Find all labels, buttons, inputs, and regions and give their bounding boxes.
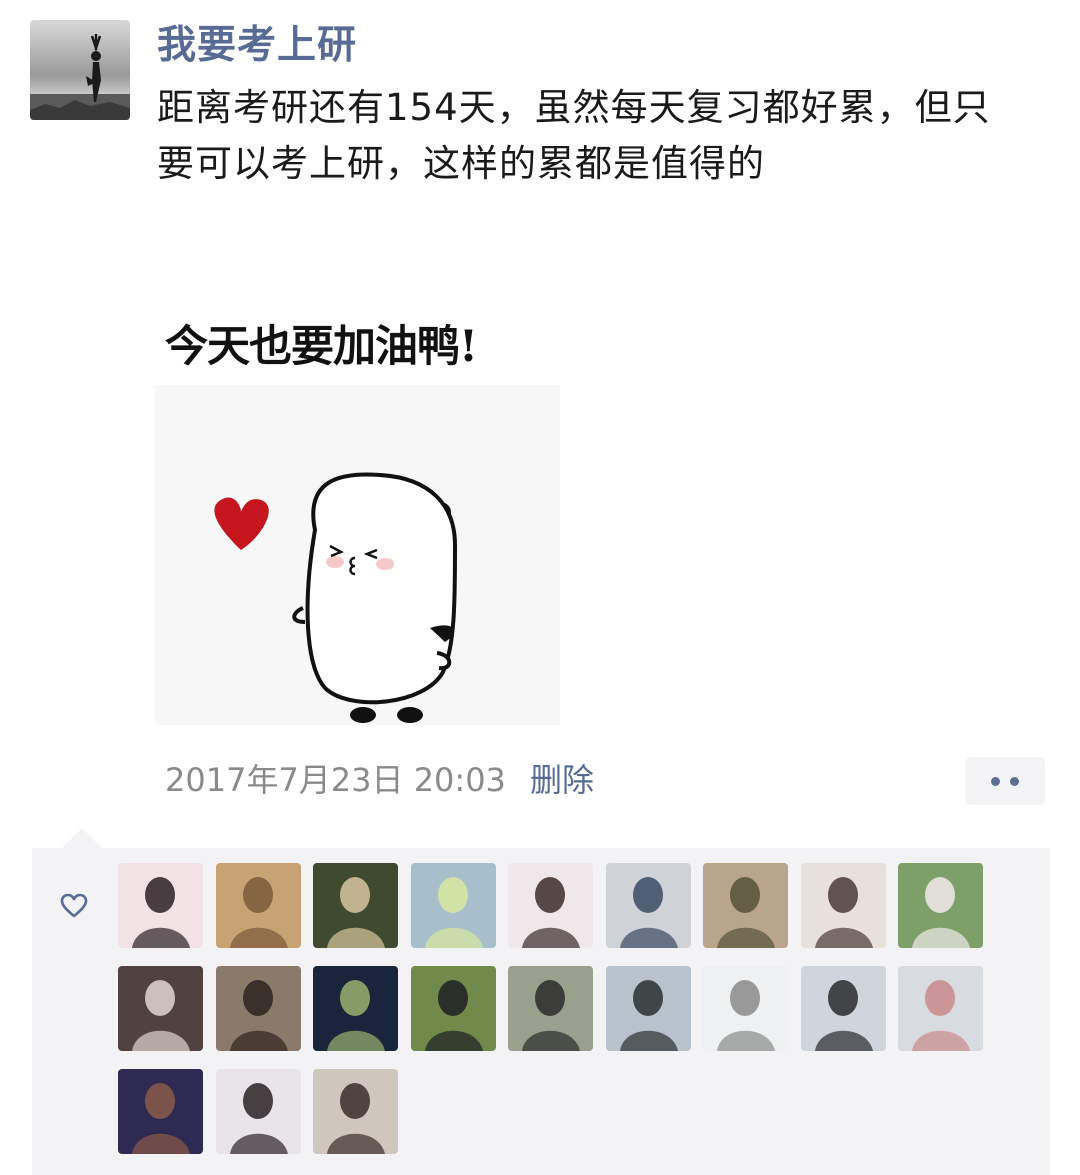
liker-photo [215, 1069, 301, 1154]
liker-avatar[interactable] [703, 863, 788, 948]
panda-sticker [214, 472, 458, 723]
liker-photo [605, 966, 691, 1051]
liker-avatar[interactable] [800, 966, 886, 1051]
liker-avatar[interactable] [410, 966, 496, 1051]
liker-avatar[interactable] [898, 863, 983, 948]
post-timestamp: 2017年7月23日 20:03 [165, 761, 506, 799]
liker-avatar[interactable] [410, 863, 496, 948]
liker-photo [508, 863, 593, 948]
liker-photo [410, 863, 496, 948]
user-avatar[interactable] [30, 20, 130, 120]
liker-avatar[interactable] [508, 966, 593, 1051]
liker-photo [898, 863, 983, 948]
yoga-silhouette-image [30, 34, 130, 120]
liker-photo [215, 863, 301, 948]
delete-link[interactable]: 删除 [530, 757, 594, 803]
post-image[interactable]: 今天也要加油鸭! [155, 300, 560, 725]
more-dots-icon [1010, 776, 1019, 786]
liker-avatar[interactable] [215, 863, 301, 948]
liker-photo [118, 966, 203, 1051]
liker-photo [118, 863, 203, 948]
likes-panel-arrow [62, 828, 102, 848]
liker-avatar[interactable] [118, 966, 203, 1051]
liker-photo [508, 966, 593, 1051]
liker-photo [898, 966, 983, 1051]
liker-avatar[interactable] [898, 966, 983, 1051]
liker-photo [118, 1069, 203, 1154]
liker-photo [800, 966, 886, 1051]
liker-avatar[interactable] [118, 863, 203, 948]
liker-avatar[interactable] [313, 1069, 398, 1154]
liker-photo [800, 863, 886, 948]
liker-photo [410, 966, 496, 1051]
liker-avatar[interactable] [800, 863, 886, 948]
liker-photo [313, 863, 398, 948]
heart-outline-icon [60, 893, 88, 918]
post-text: 距离考研还有154天，虽然每天复习都好累，但只要可以考上研，这样的累都是值得的 [157, 86, 991, 185]
liker-photo [313, 1069, 398, 1154]
liker-avatar[interactable] [605, 863, 691, 948]
liker-photo [215, 966, 301, 1051]
liker-avatar[interactable] [508, 863, 593, 948]
more-actions-button[interactable] [965, 757, 1045, 805]
user-nickname[interactable]: 我要考上研 [157, 20, 357, 72]
liker-avatar[interactable] [118, 1069, 203, 1154]
liker-photo [703, 863, 788, 948]
liker-photo [703, 966, 788, 1051]
liker-photo [313, 966, 398, 1051]
liker-avatar[interactable] [313, 966, 398, 1051]
liker-avatar[interactable] [215, 1069, 301, 1154]
liker-photo [605, 863, 691, 948]
more-dots-icon [991, 776, 1000, 786]
liker-avatar[interactable] [313, 863, 398, 948]
liker-avatar[interactable] [215, 966, 301, 1051]
liker-avatar[interactable] [605, 966, 691, 1051]
liker-avatar[interactable] [703, 966, 788, 1051]
